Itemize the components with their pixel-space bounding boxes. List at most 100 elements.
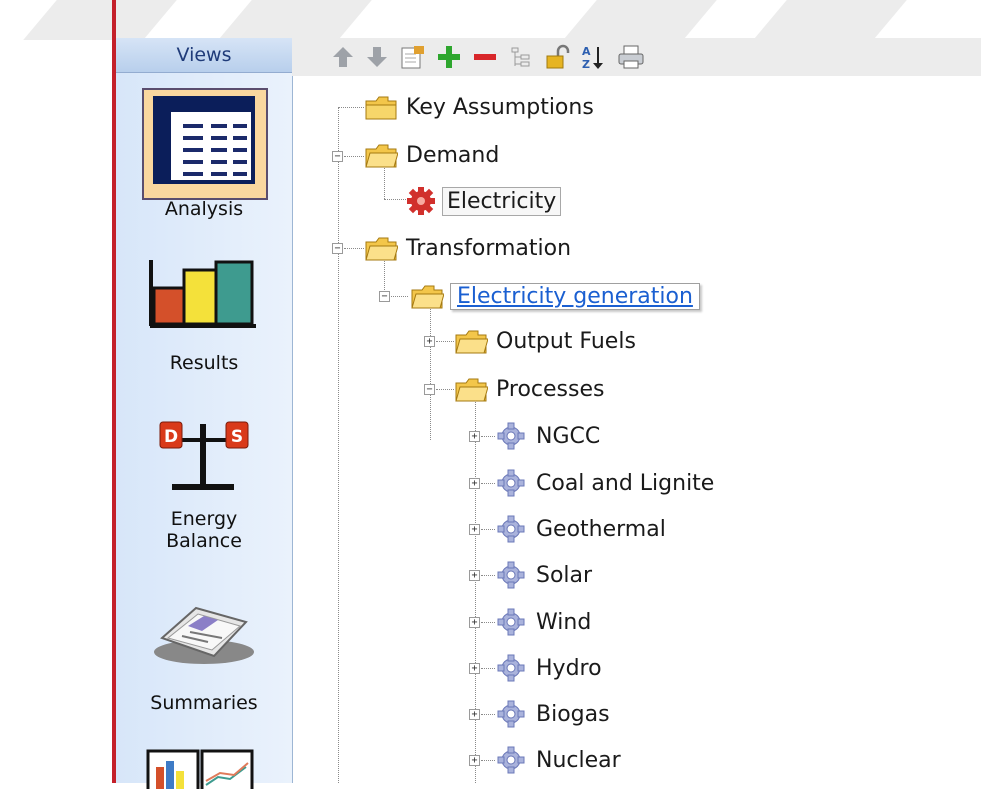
expand-toggle[interactable]: + [469, 570, 480, 581]
lock-icon [546, 44, 570, 69]
rename-link[interactable]: Electricity generation [457, 284, 693, 309]
charts-view-icon[interactable] [146, 749, 256, 789]
view-label: Summaries [150, 692, 258, 714]
print-icon [618, 45, 644, 69]
tree-node-process[interactable]: Solar [496, 556, 592, 594]
delete-button[interactable] [470, 42, 500, 72]
tree-node-transformation[interactable]: Transformation [364, 229, 571, 267]
expand-toggle[interactable]: + [469, 478, 480, 489]
tree-connector [481, 483, 495, 484]
tree-node-label: Demand [406, 142, 500, 168]
expand-toggle[interactable]: + [469, 524, 480, 535]
tree-connector [436, 389, 454, 390]
tree-node-process[interactable]: NGCC [496, 417, 600, 455]
svg-text:D: D [164, 427, 178, 447]
svg-text:A: A [582, 45, 591, 58]
folder-open-icon [455, 378, 488, 402]
svg-text:S: S [231, 427, 243, 447]
tree-connector [481, 668, 495, 669]
tree-node-label: Biogas [536, 701, 610, 727]
tree-node-processes[interactable]: Processes [454, 370, 604, 408]
tree-node-label: Transformation [406, 235, 572, 261]
sort-button[interactable]: A Z [578, 42, 608, 72]
tree-node-label: Output Fuels [496, 328, 636, 354]
view-analysis[interactable]: Analysis [116, 38, 292, 228]
tree-node-label: Hydro [536, 655, 602, 681]
add-button[interactable] [434, 42, 464, 72]
collapse-toggle[interactable]: − [332, 151, 343, 162]
move-down-button[interactable] [362, 42, 392, 72]
analysis-tree: Key Assumptions − Demand Electricity − T… [292, 76, 981, 783]
print-button[interactable] [616, 42, 646, 72]
view-energy-balance[interactable]: D S Energy Balance [116, 418, 292, 578]
tree-connector [344, 156, 364, 157]
view-results[interactable]: Results [116, 258, 292, 388]
folder-open-icon [411, 285, 444, 309]
expand-toggle[interactable]: + [469, 663, 480, 674]
tree-node-label: Electricity [442, 186, 562, 216]
tree-node-process[interactable]: Coal and Lignite [496, 464, 714, 502]
gear-icon [497, 422, 525, 450]
move-down-icon [367, 47, 387, 67]
energy-balance-icon: D S [159, 421, 249, 490]
lock-button[interactable] [542, 42, 572, 72]
tree-node-label: Solar [536, 562, 593, 588]
tree-connector [436, 341, 454, 342]
tree-node-process[interactable]: Geothermal [496, 510, 666, 548]
tree-node-key-assumptions[interactable]: Key Assumptions [364, 88, 594, 126]
tree-node-label: Electricity generation [450, 282, 700, 310]
tree-connector [481, 529, 495, 530]
tree-node-output-fuels[interactable]: Output Fuels [454, 322, 636, 360]
tree-connector [430, 303, 431, 440]
results-icon [149, 260, 256, 328]
expand-toggle[interactable]: + [469, 755, 480, 766]
view-label: Analysis [164, 198, 244, 220]
gear-icon [497, 515, 525, 543]
gear-icon [497, 746, 525, 774]
view-label: Results [169, 352, 239, 374]
analysis-icon [153, 96, 255, 184]
tree-node-label: Nuclear [536, 747, 621, 773]
tree-connector [344, 248, 364, 249]
collapse-toggle[interactable]: − [379, 291, 390, 302]
watermark-shape [563, 0, 717, 40]
tree-icon [511, 47, 530, 67]
tree-node-process[interactable]: Nuclear [496, 741, 621, 779]
expand-toggle[interactable]: + [424, 336, 435, 347]
watermark-shape [23, 0, 177, 40]
tree-node-label: Key Assumptions [406, 94, 594, 120]
expand-toggle[interactable]: + [469, 709, 480, 720]
properties-button[interactable] [398, 42, 428, 72]
tree-connector [391, 296, 408, 297]
gear-icon [497, 469, 525, 497]
tree-node-demand[interactable]: Demand [364, 136, 499, 174]
tree-connector [481, 436, 495, 437]
gear-icon [407, 187, 435, 215]
view-summaries[interactable]: Summaries [116, 598, 292, 728]
tree-node-process[interactable]: Wind [496, 603, 591, 641]
tree-node-process[interactable]: Biogas [496, 695, 610, 733]
tree-view-button[interactable] [506, 42, 536, 72]
tree-node-electricity[interactable]: Electricity [406, 182, 562, 220]
gear-icon [497, 608, 525, 636]
expand-toggle[interactable]: + [469, 617, 480, 628]
expand-toggle[interactable]: + [469, 431, 480, 442]
move-up-button[interactable] [328, 42, 358, 72]
tree-node-label: Geothermal [536, 516, 666, 542]
tree-node-electricity-generation[interactable]: Electricity generation [410, 277, 700, 315]
gear-icon [497, 561, 525, 589]
folder-open-icon [365, 144, 398, 168]
gear-icon [497, 654, 525, 682]
tree-node-process[interactable]: Hydro [496, 649, 602, 687]
folder-icon [365, 96, 397, 120]
views-sidebar: Views Analysis Results D S Energy Balanc… [116, 38, 293, 789]
summaries-icon [154, 606, 254, 664]
tree-node-label: NGCC [536, 423, 601, 449]
collapse-toggle[interactable]: − [424, 384, 435, 395]
folder-open-icon [365, 237, 398, 261]
tree-connector [481, 760, 495, 761]
gear-icon [497, 700, 525, 728]
view-label: Balance [166, 530, 242, 552]
tree-toolbar: A Z [292, 38, 981, 76]
collapse-toggle[interactable]: − [332, 243, 343, 254]
